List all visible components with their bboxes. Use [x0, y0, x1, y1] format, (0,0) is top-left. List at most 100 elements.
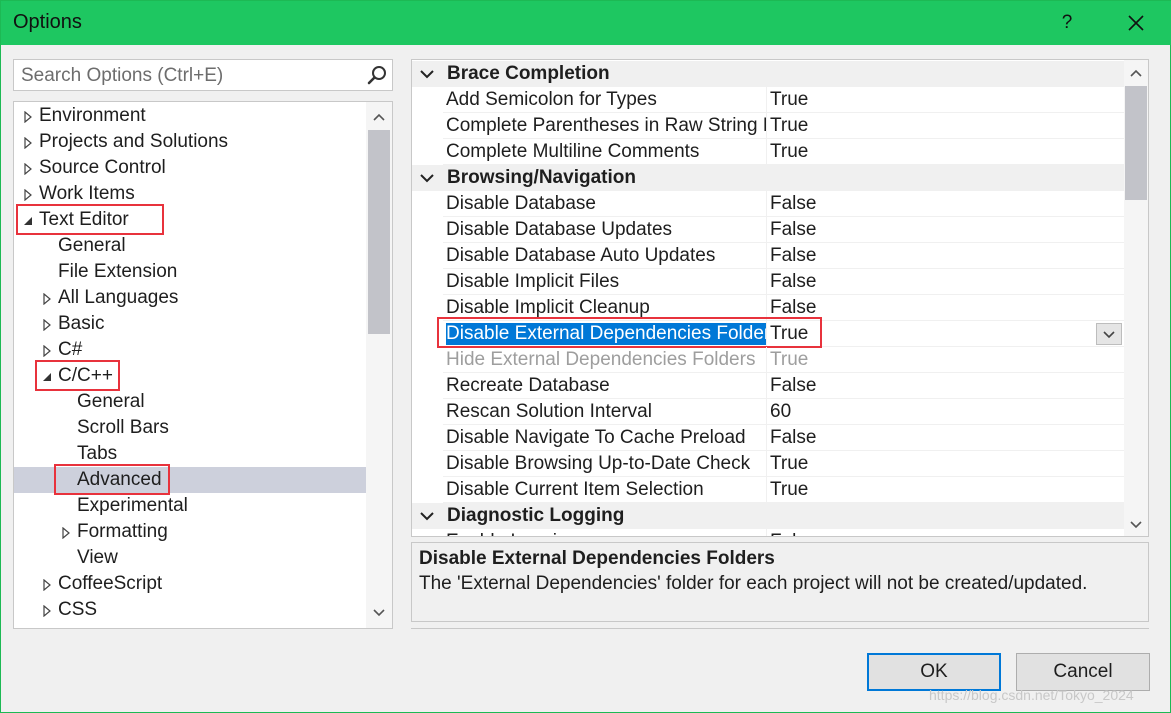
search-icon[interactable] — [366, 64, 388, 86]
property-name[interactable]: Disable Implicit Files — [446, 271, 766, 293]
expand-icon[interactable] — [42, 319, 52, 331]
ok-button[interactable]: OK — [867, 653, 1001, 691]
tree-item[interactable]: C/C++ — [14, 360, 366, 391]
tree-item[interactable]: Basic — [14, 311, 366, 337]
property-name[interactable]: Disable Database Auto Updates — [446, 245, 766, 267]
tree-item[interactable]: Text Editor — [14, 204, 366, 235]
property-value[interactable]: True — [770, 141, 1100, 163]
tree-item[interactable]: General — [14, 389, 366, 415]
expand-icon[interactable] — [23, 137, 33, 149]
property-row[interactable]: Disable Database Auto Updates False — [443, 243, 1124, 269]
tree-scroll-thumb[interactable] — [368, 130, 390, 334]
value-dropdown-button[interactable] — [1096, 323, 1122, 345]
grid-scroll-thumb[interactable] — [1125, 86, 1147, 200]
property-name[interactable]: Complete Multiline Comments — [446, 141, 766, 163]
grid-scrollbar[interactable] — [1124, 60, 1148, 536]
property-row[interactable]: Hide External Dependencies Folders True — [443, 347, 1124, 373]
property-row[interactable]: Enable Logging False — [443, 529, 1124, 536]
column-divider[interactable] — [766, 243, 767, 269]
tree-item[interactable]: CSS — [14, 597, 366, 623]
property-row[interactable]: Complete Multiline Comments True — [443, 139, 1124, 165]
column-divider[interactable] — [766, 477, 767, 503]
property-row[interactable]: Disable Implicit Files False — [443, 269, 1124, 295]
chevron-down-icon[interactable] — [420, 511, 434, 521]
property-row[interactable]: Recreate Database False — [443, 373, 1124, 399]
property-value[interactable]: True — [770, 89, 1100, 111]
tree-item[interactable]: Experimental — [14, 493, 366, 519]
column-divider[interactable] — [766, 139, 767, 165]
property-value[interactable]: False — [770, 531, 1100, 536]
column-divider[interactable] — [766, 113, 767, 139]
property-category[interactable]: Browsing/Navigation — [412, 165, 1124, 191]
property-row[interactable]: Disable Database False — [443, 191, 1124, 217]
options-tree[interactable]: Environment Projects and Solutions Source … — [13, 101, 393, 629]
property-value[interactable]: False — [770, 375, 1100, 397]
help-button[interactable]: ? — [1047, 5, 1087, 41]
scroll-down-icon[interactable] — [373, 608, 385, 618]
property-name[interactable]: Disable Navigate To Cache Preload — [446, 427, 766, 449]
expand-icon[interactable] — [42, 293, 52, 305]
expand-icon[interactable] — [42, 345, 52, 357]
property-row[interactable]: Disable Database Updates False — [443, 217, 1124, 243]
property-row[interactable]: Complete Parentheses in Raw String Liter… — [443, 113, 1124, 139]
column-divider[interactable] — [766, 87, 767, 113]
property-name[interactable]: Recreate Database — [446, 375, 766, 397]
property-grid[interactable]: Brace Completion Add Semicolon for Types T… — [411, 59, 1149, 537]
property-row[interactable]: Rescan Solution Interval 60 — [443, 399, 1124, 425]
chevron-down-icon[interactable] — [1097, 324, 1121, 344]
column-divider[interactable] — [766, 269, 767, 295]
cancel-button[interactable]: Cancel — [1016, 653, 1150, 691]
tree-item[interactable]: View — [14, 545, 366, 571]
column-divider[interactable] — [766, 191, 767, 217]
chevron-down-icon[interactable] — [420, 173, 434, 183]
property-name[interactable]: Add Semicolon for Types — [446, 89, 766, 111]
property-value[interactable]: False — [770, 245, 1100, 267]
property-value[interactable]: False — [770, 427, 1100, 449]
property-name[interactable]: Disable Database Updates — [446, 219, 766, 241]
property-name[interactable]: Disable Current Item Selection — [446, 479, 766, 501]
property-value[interactable]: False — [770, 271, 1100, 293]
tree-item[interactable]: Advanced — [14, 464, 366, 495]
scroll-up-icon[interactable] — [1130, 68, 1142, 78]
property-row[interactable]: Disable Navigate To Cache Preload False — [443, 425, 1124, 451]
property-name[interactable]: Disable Implicit Cleanup — [446, 297, 766, 319]
property-value[interactable]: True — [770, 479, 1100, 501]
column-divider[interactable] — [766, 399, 767, 425]
property-name[interactable]: Rescan Solution Interval — [446, 401, 766, 423]
tree-item[interactable]: Projects and Solutions — [14, 129, 366, 155]
property-name[interactable]: Complete Parentheses in Raw String Liter… — [446, 115, 766, 137]
property-value[interactable]: True — [770, 115, 1100, 137]
column-divider[interactable] — [766, 529, 767, 536]
tree-item[interactable]: Environment — [14, 103, 366, 129]
expand-icon[interactable] — [23, 111, 33, 123]
property-name[interactable]: Enable Logging — [446, 531, 766, 536]
property-category[interactable]: Brace Completion — [412, 61, 1124, 87]
tree-item[interactable]: File Extension — [14, 259, 366, 285]
tree-item[interactable]: Formatting — [14, 519, 366, 545]
column-divider[interactable] — [766, 347, 767, 373]
property-value[interactable]: True — [770, 349, 1100, 371]
property-value[interactable]: False — [770, 219, 1100, 241]
column-divider[interactable] — [766, 217, 767, 243]
property-row[interactable]: Disable Current Item Selection True — [443, 477, 1124, 503]
column-divider[interactable] — [766, 425, 767, 451]
search-input[interactable]: Search Options (Ctrl+E) — [13, 59, 393, 91]
expand-icon[interactable] — [23, 163, 33, 175]
scroll-down-icon[interactable] — [1130, 520, 1142, 530]
column-divider[interactable] — [766, 373, 767, 399]
expand-icon[interactable] — [61, 527, 71, 539]
tree-item[interactable]: Scroll Bars — [14, 415, 366, 441]
property-value[interactable]: False — [770, 297, 1100, 319]
property-row[interactable]: Disable External Dependencies Folders Tru… — [437, 317, 1124, 348]
tree-item[interactable]: All Languages — [14, 285, 366, 311]
tree-item[interactable]: CoffeeScript — [14, 571, 366, 597]
tree-item[interactable]: Source Control — [14, 155, 366, 181]
property-category[interactable]: Diagnostic Logging — [412, 503, 1124, 529]
property-value[interactable]: False — [770, 193, 1100, 215]
close-icon[interactable] — [1113, 5, 1159, 41]
scroll-up-icon[interactable] — [373, 112, 385, 122]
property-name[interactable]: Disable Browsing Up-to-Date Check — [446, 453, 766, 475]
property-row[interactable]: Add Semicolon for Types True — [443, 87, 1124, 113]
property-value[interactable]: 60 — [770, 401, 1100, 423]
property-name[interactable]: Hide External Dependencies Folders — [446, 349, 766, 371]
